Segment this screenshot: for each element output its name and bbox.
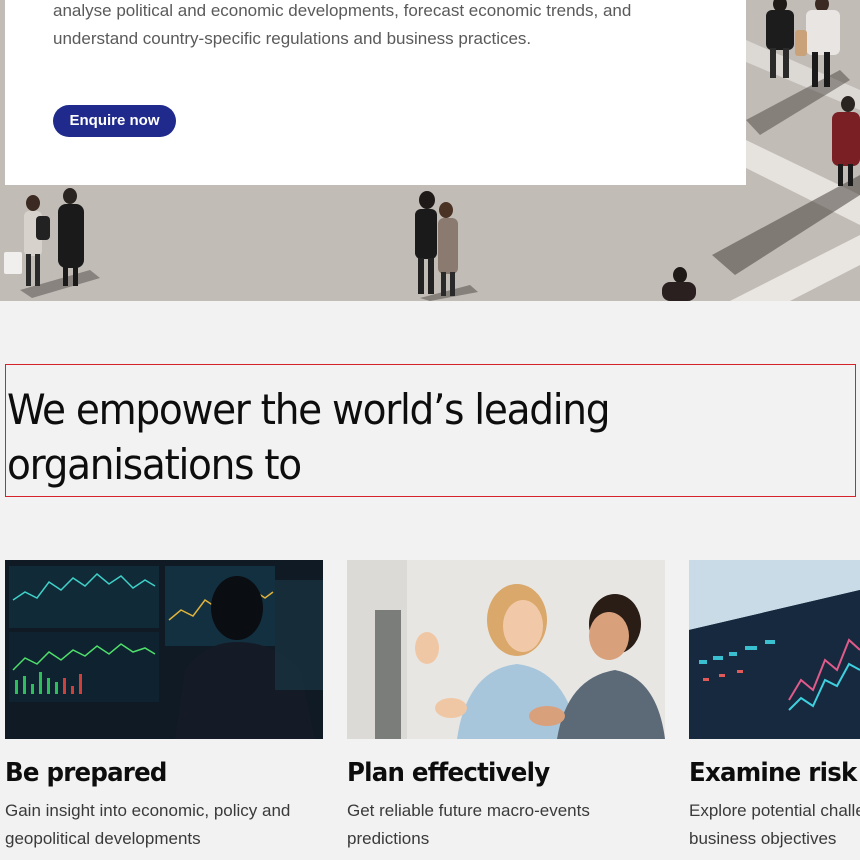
- section-heading: We empower the world’s leading organisat…: [7, 385, 611, 489]
- enquire-now-button[interactable]: Enquire now: [53, 105, 176, 137]
- section-heading-container: We empower the world’s leading organisat…: [5, 364, 856, 497]
- card-plan-effectively[interactable]: Plan effectively Get reliable future mac…: [347, 560, 665, 853]
- hero-section: analyse political and economic developme…: [0, 0, 860, 301]
- card-description: Explore potential challenges to your bus…: [689, 801, 860, 848]
- hero-description: analyse political and economic developme…: [53, 1, 632, 48]
- card-title: Examine risk: [689, 758, 857, 788]
- card-description: Get reliable future macro-events predict…: [347, 801, 590, 848]
- card-image-meeting: [347, 560, 665, 739]
- card-be-prepared[interactable]: Be prepared Gain insight into economic, …: [5, 560, 323, 853]
- card-description: Gain insight into economic, policy and g…: [5, 801, 291, 848]
- card-title: Plan effectively: [347, 758, 550, 788]
- card-title: Be prepared: [5, 758, 167, 788]
- card-examine-risk[interactable]: Examine risk Explore potential challenge…: [689, 560, 860, 853]
- card-image-trading-screens: [5, 560, 323, 739]
- card-image-dashboard: [689, 560, 860, 739]
- hero-card: analyse political and economic developme…: [5, 0, 746, 185]
